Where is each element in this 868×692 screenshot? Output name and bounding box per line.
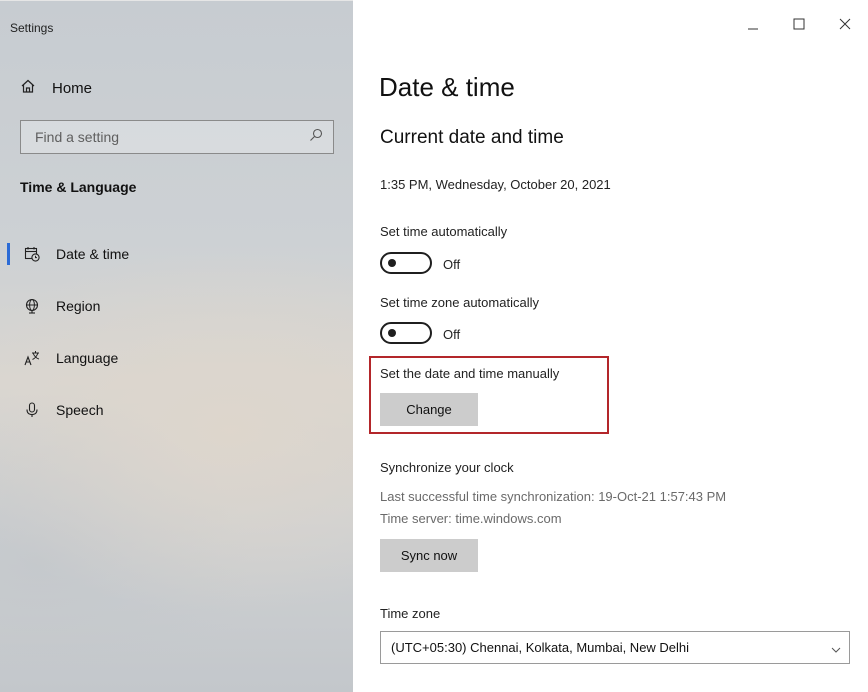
toggle-knob (388, 329, 396, 337)
current-datetime: 1:35 PM, Wednesday, October 20, 2021 (380, 177, 611, 192)
set-tz-auto-label: Set time zone automatically (380, 295, 539, 310)
home-icon (20, 78, 36, 99)
window-title: Settings (10, 21, 54, 35)
sidebar-item-label: Region (56, 298, 101, 314)
change-button[interactable]: Change (380, 393, 478, 426)
set-time-auto-toggle[interactable] (380, 252, 432, 274)
category-heading: Time & Language (20, 179, 137, 195)
search-input[interactable] (35, 129, 295, 145)
toggle-knob (388, 259, 396, 267)
sidebar-item-label: Date & time (56, 246, 130, 262)
minimize-button[interactable] (730, 10, 776, 42)
sidebar-item-speech[interactable]: Speech (0, 393, 353, 427)
set-time-auto-label: Set time automatically (380, 224, 508, 239)
sidebar-item-label: Speech (56, 402, 104, 418)
home-button[interactable]: Home (20, 76, 92, 100)
section-title: Current date and time (380, 127, 564, 148)
window-controls (730, 10, 868, 42)
timezone-value: (UTC+05:30) Chennai, Kolkata, Mumbai, Ne… (391, 640, 690, 655)
microphone-icon (24, 402, 40, 418)
maximize-icon (793, 17, 805, 35)
minimize-icon (747, 17, 759, 35)
close-icon (839, 17, 851, 35)
sidebar-item-label: Language (56, 350, 119, 366)
calendar-clock-icon (24, 246, 40, 262)
selection-indicator (7, 243, 10, 265)
home-label: Home (52, 79, 93, 97)
time-server-text: Time server: time.windows.com (380, 511, 562, 526)
sync-heading: Synchronize your clock (380, 460, 514, 475)
globe-icon (24, 298, 40, 314)
set-tz-auto-state: Off (443, 327, 461, 342)
maximize-button[interactable] (776, 10, 822, 42)
selection-indicator (7, 399, 10, 421)
close-button[interactable] (822, 10, 868, 42)
chevron-down-icon (831, 643, 841, 658)
sidebar-item-language[interactable]: Language (0, 341, 353, 375)
page-title: Date & time (379, 72, 515, 102)
search-icon (309, 128, 323, 147)
sync-now-button[interactable]: Sync now (380, 539, 478, 572)
sidebar: Settings Home Time & Language (0, 0, 353, 692)
sidebar-item-date-time[interactable]: Date & time (0, 237, 353, 271)
timezone-select[interactable]: (UTC+05:30) Chennai, Kolkata, Mumbai, Ne… (380, 631, 850, 664)
set-time-auto-state: Off (443, 257, 461, 272)
selection-indicator (7, 295, 10, 317)
selection-indicator (7, 347, 10, 369)
last-sync-text: Last successful time synchronization: 19… (380, 489, 727, 504)
sidebar-item-region[interactable]: Region (0, 289, 353, 323)
set-tz-auto-toggle[interactable] (380, 322, 432, 344)
manual-label: Set the date and time manually (380, 366, 560, 381)
search-field[interactable] (20, 120, 334, 154)
timezone-label: Time zone (380, 606, 441, 621)
language-icon (24, 350, 40, 366)
